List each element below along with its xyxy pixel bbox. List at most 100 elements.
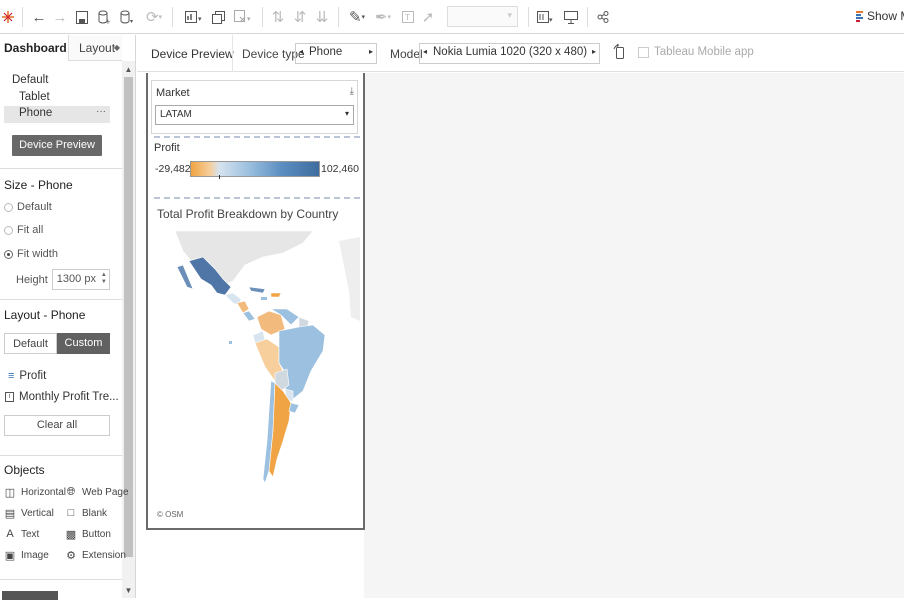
layout-custom-button[interactable]: Custom — [57, 333, 110, 354]
chevron-right-icon[interactable]: ▸ — [369, 47, 373, 56]
country-jamaica[interactable] — [261, 297, 267, 300]
device-phone-label: Phone — [19, 107, 53, 119]
divider — [154, 197, 360, 199]
extension-icon: ⚙ — [66, 550, 76, 562]
show-cards-icon[interactable]: ▾ — [535, 6, 557, 28]
resize-handle[interactable] — [146, 79, 148, 97]
size-option-fit-all[interactable]: Fit all — [4, 224, 43, 236]
labels-icon[interactable]: T — [400, 6, 416, 28]
sort-descending-icon[interactable]: ⇊ — [314, 6, 330, 28]
market-select[interactable]: LATAM ▾ — [155, 105, 354, 125]
new-sheet-icon[interactable]: ▾ — [182, 6, 208, 28]
layout-item-label: Monthly Profit Tre... — [19, 391, 119, 403]
country-brazil[interactable] — [278, 324, 326, 400]
divider — [0, 299, 122, 300]
more-options-icon[interactable]: ··· — [96, 106, 106, 117]
object-vertical[interactable]: ▤ Vertical — [4, 507, 54, 520]
profit-legend-title: Profit — [154, 142, 180, 154]
device-default[interactable]: Default — [12, 74, 48, 86]
vertical-icon: ▤ — [4, 508, 16, 520]
duplicate-sheet-icon[interactable] — [210, 6, 226, 28]
land-europe-africa — [339, 237, 360, 321]
pause-updates-icon[interactable]: ▾ — [118, 6, 138, 28]
clear-filter-icon[interactable]: ⤓ — [350, 86, 354, 97]
rotate-device-icon[interactable] — [611, 43, 629, 63]
share-icon[interactable] — [594, 6, 612, 28]
market-filter: Market ⤓ LATAM ▾ — [151, 80, 358, 134]
redo-icon[interactable]: → — [52, 6, 68, 28]
layout-item-profit[interactable]: ≡ Profit — [8, 370, 46, 382]
height-row: Height 1300 px ▲ ▼ — [16, 269, 110, 290]
sort-ascending-icon[interactable]: ⇵ — [292, 6, 308, 28]
country-uruguay[interactable] — [288, 402, 300, 414]
pane-scrollbar[interactable]: ▲ ▼ — [122, 61, 135, 598]
size-option-fit-width[interactable]: Fit width — [4, 248, 58, 260]
clear-sheet-icon[interactable]: ▾ — [232, 6, 256, 28]
device-type-select[interactable]: ◂ Phone ▸ — [295, 43, 377, 64]
object-extension[interactable]: ⚙ Extension — [65, 549, 126, 562]
profit-map[interactable]: © OSM — [153, 231, 360, 523]
undo-icon[interactable]: ← — [31, 6, 47, 28]
phone-frame: Market ⤓ LATAM ▾ Profit -29,482 102,460 … — [146, 73, 365, 530]
tableau-mobile-app-checkbox[interactable]: Tableau Mobile app — [638, 46, 754, 58]
device-tablet[interactable]: Tablet — [19, 91, 50, 103]
country-nicaragua[interactable] — [242, 310, 256, 322]
model-select[interactable]: ◂ Nokia Lumia 1020 (320 x 480) ▸ — [419, 43, 600, 64]
scroll-thumb[interactable] — [124, 77, 133, 557]
stepper-arrows-icon[interactable]: ▲ ▼ — [101, 272, 107, 286]
toolbar-divider — [172, 7, 173, 27]
country-baja[interactable] — [176, 264, 194, 290]
toolbar-divider — [262, 7, 263, 27]
sheet-icon: i — [5, 392, 14, 402]
object-web-page[interactable]: 🌐︎ Web Page — [65, 486, 129, 499]
scroll-down-icon[interactable]: ▼ — [122, 584, 135, 598]
size-option-default[interactable]: Default — [4, 201, 52, 213]
presentation-mode-icon[interactable] — [562, 6, 580, 28]
chevron-right-icon[interactable]: ▸ — [592, 47, 596, 56]
highlight-icon[interactable]: ✎ ▾ — [346, 6, 368, 28]
size-option-label: Default — [17, 201, 52, 213]
country-honduras[interactable] — [236, 300, 250, 314]
svg-text:▾: ▾ — [198, 15, 202, 23]
tiled-tab[interactable] — [2, 591, 58, 600]
refresh-icon[interactable]: ⟳ ▾ — [144, 6, 164, 28]
layout-item-monthly-profit[interactable]: i Monthly Profit Tre... — [5, 391, 119, 403]
left-pane: Dashboard Layout ◆ ▲ ▼ Default Tablet Ph… — [0, 35, 136, 600]
country-dominican-republic[interactable] — [270, 292, 282, 298]
object-blank[interactable]: □ Blank — [65, 507, 107, 519]
height-label: Height — [16, 273, 48, 286]
tab-layout[interactable]: Layout ◆ — [68, 35, 122, 61]
device-phone[interactable]: Phone ··· — [4, 106, 110, 123]
profit-legend-max: 102,460 — [321, 163, 359, 175]
resize-handle[interactable] — [363, 79, 365, 97]
height-stepper[interactable]: 1300 px ▲ ▼ — [51, 269, 110, 290]
tab-dashboard[interactable]: Dashboard — [0, 35, 68, 61]
chevron-left-icon[interactable]: ◂ — [299, 47, 303, 56]
fit-dropdown[interactable]: ▾ — [447, 6, 518, 27]
save-icon[interactable] — [74, 6, 90, 28]
map-title: Total Profit Breakdown by Country — [157, 207, 339, 221]
country-cuba[interactable] — [248, 286, 266, 294]
resize-handle[interactable] — [146, 491, 148, 509]
device-preview-button[interactable]: Device Preview — [12, 135, 102, 156]
clear-all-button[interactable]: Clear all — [4, 415, 110, 436]
scroll-up-icon[interactable]: ▲ — [122, 63, 135, 77]
object-label: Web Page — [82, 487, 129, 498]
resize-handle[interactable] — [363, 491, 365, 509]
divider — [154, 136, 360, 138]
swap-icon[interactable]: ⇅ — [270, 6, 286, 28]
group-icon[interactable]: ✒ ▾ — [372, 6, 394, 28]
object-image[interactable]: ▣ Image — [4, 549, 49, 562]
new-data-source-icon[interactable]: + — [96, 6, 112, 28]
chevron-left-icon[interactable]: ◂ — [423, 47, 427, 56]
object-text[interactable]: A Text — [4, 528, 39, 540]
object-button[interactable]: ▩ Button — [65, 528, 111, 541]
tableau-logo-icon[interactable] — [0, 6, 16, 28]
show-me-button[interactable]: Show Me — [856, 9, 904, 23]
fix-axes-icon[interactable]: ➚ — [420, 6, 436, 28]
svg-text:T: T — [404, 13, 410, 22]
map-graphic — [174, 231, 360, 484]
object-horizontal[interactable]: ◫ Horizontal — [4, 486, 66, 499]
device-type-value: Phone — [309, 46, 343, 58]
layout-default-button[interactable]: Default — [4, 333, 57, 354]
